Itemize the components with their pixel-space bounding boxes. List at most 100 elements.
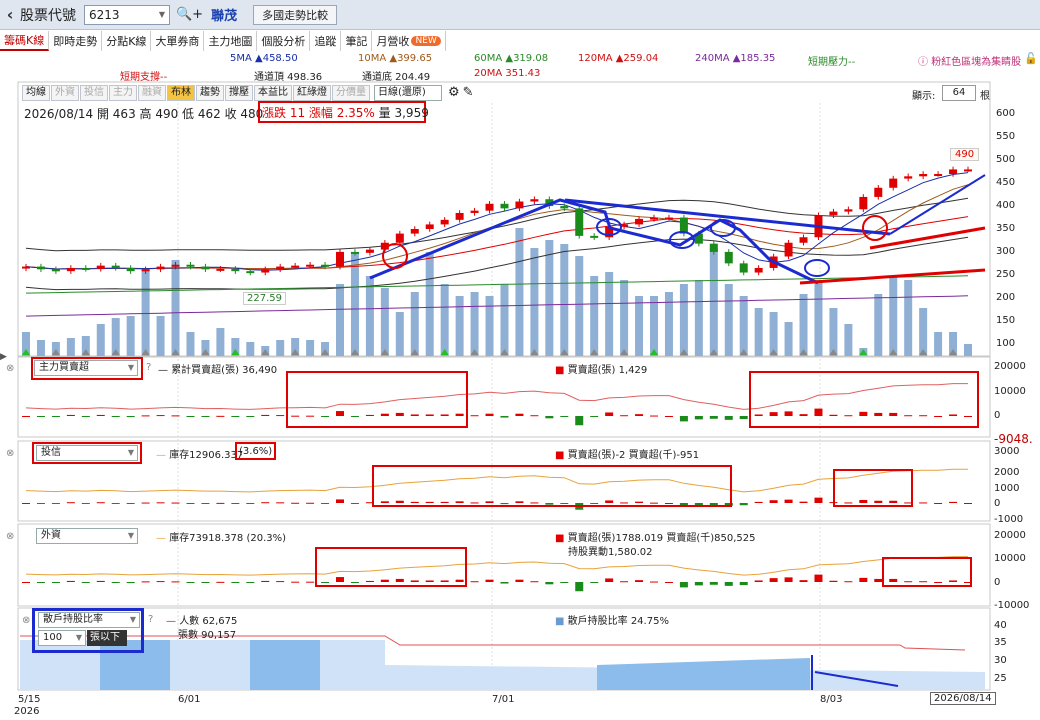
main-force-bar: [620, 415, 629, 417]
left-collapse-icon[interactable]: ▶: [0, 352, 7, 362]
volume-bar: [545, 240, 554, 356]
foreign-bar: [291, 581, 300, 583]
volume-bar: [754, 308, 763, 356]
volume-bar: [844, 324, 853, 356]
date-start-year: 2026: [14, 706, 40, 717]
foreign-bar: [724, 582, 733, 586]
main-force-cum-line: [25, 383, 968, 410]
candle-body: [36, 266, 45, 270]
foreign-bar: [395, 578, 404, 582]
main-force-bar: [96, 414, 105, 416]
trust-bar: [889, 500, 898, 503]
volume-bar: [515, 228, 524, 356]
main-force-bar: [739, 416, 748, 420]
main-force-bar: [231, 416, 240, 417]
volume-bar: [66, 338, 75, 356]
foreign-bar: [859, 577, 868, 582]
foreign-bar: [605, 578, 614, 582]
panel1-axis-2: 0: [994, 410, 1001, 421]
trust-bar: [859, 499, 868, 503]
candle-body: [739, 263, 748, 273]
volume-bar: [36, 340, 45, 356]
trust-bar: [739, 503, 748, 506]
candle-body: [650, 217, 658, 220]
main-force-bar: [605, 412, 614, 416]
price-high-label: 490: [950, 148, 980, 161]
price-axis-label: 350: [996, 223, 1016, 234]
main-chart: [17, 81, 991, 691]
trust-bar: [635, 501, 644, 503]
foreign-bar: [949, 580, 958, 582]
panel4-people: — 人數 62,675: [166, 616, 238, 627]
foreign-bar: [455, 579, 464, 582]
volume-bar: [126, 316, 135, 356]
price-axis-label: 400: [996, 200, 1016, 212]
candle-body: [321, 264, 330, 267]
trust-bar: [784, 499, 793, 503]
foreign-bar: [560, 582, 569, 583]
price-axis-label: 300: [996, 245, 1016, 257]
candle-body: [171, 264, 180, 267]
trust-bar: [66, 502, 75, 504]
trust-bar: [425, 501, 434, 503]
main-force-bar: [679, 416, 688, 422]
main-force-bar: [814, 408, 823, 416]
main-force-bar: [874, 412, 883, 416]
panel1-close-icon[interactable]: ⊗: [6, 363, 14, 374]
main-force-bar: [769, 412, 778, 416]
panel3-close-icon[interactable]: ⊗: [6, 531, 14, 542]
main-force-bar: [306, 415, 315, 417]
main-force-bar: [949, 414, 958, 416]
foreign-bar: [440, 580, 449, 582]
trust-bar: [949, 501, 958, 503]
panel4-shares: 張數 90,157: [178, 630, 237, 641]
foreign-bar: [96, 580, 105, 582]
candle-body: [724, 251, 733, 264]
panel3-select[interactable]: 外資 ▼: [36, 528, 138, 544]
panel2-close-icon[interactable]: ⊗: [6, 448, 14, 459]
candle-body: [889, 178, 898, 188]
foreign-inventory-line: [25, 556, 968, 576]
red-circle-annotation: [862, 215, 888, 241]
panel3-net-label: ■ 買賣超(張)1788.019 買賣超(千)850,525: [555, 533, 756, 544]
candle-body: [186, 264, 195, 267]
foreign-bar: [380, 579, 389, 582]
main-force-bar: [22, 416, 30, 417]
trust-bar: [350, 503, 359, 504]
panel2-axis-4: -1000: [994, 514, 1024, 525]
trust-bar: [126, 503, 135, 504]
candle-body: [500, 203, 509, 209]
candle-body: [51, 269, 60, 272]
foreign-bar: [321, 582, 330, 583]
price-axis-label: 500: [996, 154, 1016, 166]
volume-bar: [724, 284, 733, 356]
trust-bar: [96, 502, 105, 504]
foreign-bar: [679, 582, 688, 588]
panel2-highlight-box: [32, 442, 142, 464]
panel4-close-icon[interactable]: ⊗: [22, 615, 30, 626]
breakout-annotation-arrow: [889, 174, 986, 235]
panel4-help-icon[interactable]: ?: [148, 614, 153, 625]
foreign-bar: [814, 574, 823, 582]
volume-bar: [635, 296, 644, 356]
candle-body: [799, 237, 808, 243]
volume-bar: [679, 284, 688, 356]
volume-bar: [440, 284, 449, 356]
main-force-bar: [81, 416, 90, 417]
trust-bar: [799, 501, 808, 503]
candle-body: [455, 212, 464, 220]
volume-bar: [709, 248, 718, 356]
candle-body: [22, 266, 30, 269]
candle-body: [964, 169, 972, 172]
volume-bar: [410, 292, 419, 356]
candle-body: [590, 235, 599, 238]
panel1-help-icon[interactable]: ?: [146, 362, 151, 373]
main-force-bar: [216, 415, 225, 417]
main-force-bar: [844, 415, 853, 417]
volume-bar: [365, 276, 374, 356]
candle-body: [784, 242, 793, 257]
candle-body: [515, 201, 524, 209]
candle-body: [440, 219, 449, 225]
foreign-bar: [530, 581, 539, 583]
main-force-bar: [799, 414, 808, 416]
